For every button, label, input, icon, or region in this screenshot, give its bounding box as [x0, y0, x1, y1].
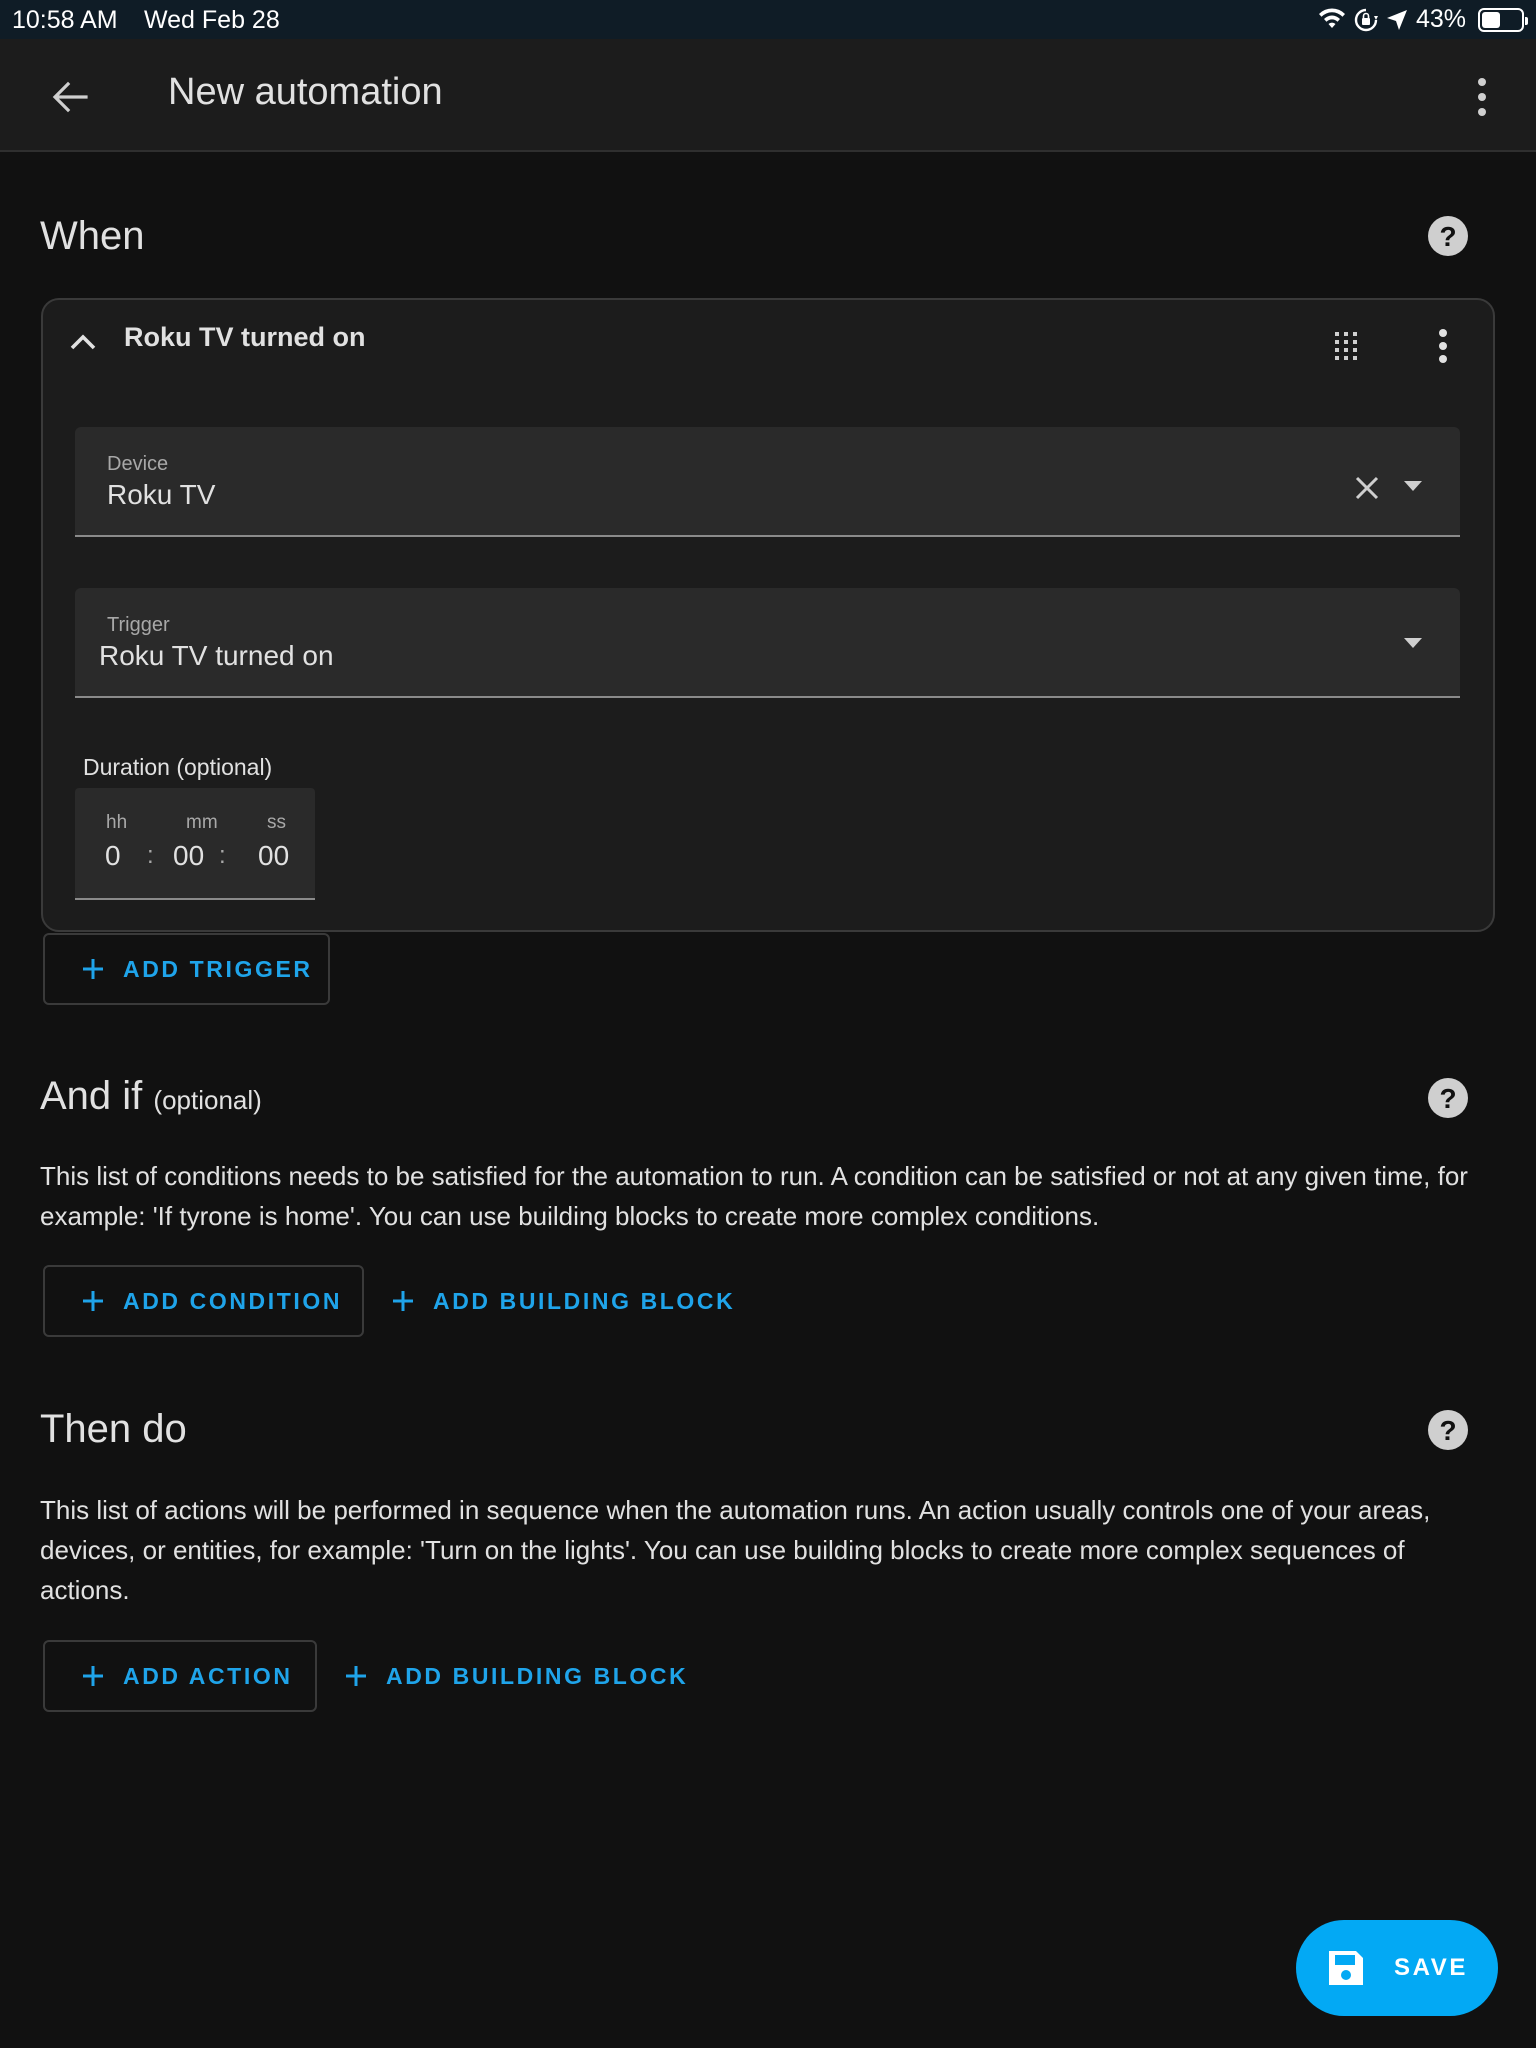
orientation-lock-icon — [1354, 8, 1378, 31]
add-trigger-label: ADD TRIGGER — [123, 955, 313, 982]
trigger-value[interactable]: Roku TV turned on — [99, 640, 334, 672]
ss-label: ss — [267, 812, 286, 833]
hh-label: hh — [106, 812, 128, 833]
clear-icon[interactable] — [1352, 473, 1382, 503]
wifi-icon — [1318, 7, 1345, 28]
more-vert-icon[interactable] — [1462, 75, 1502, 119]
hours-input[interactable]: 0 — [105, 840, 121, 872]
add-building-block-button[interactable]: ADD BUILDING BLOCK — [391, 1265, 735, 1337]
battery-icon — [1478, 7, 1528, 32]
status-right: 43% — [1318, 5, 1528, 34]
drag-handle-icon[interactable] — [1333, 330, 1359, 362]
plus-icon — [83, 1666, 103, 1686]
and-if-title-text: And if — [40, 1074, 143, 1118]
and-if-optional: (optional) — [153, 1085, 262, 1115]
trigger-field[interactable]: Trigger Roku TV turned on — [75, 588, 1460, 698]
device-value[interactable]: Roku TV — [107, 479, 215, 511]
status-time: 10:58 AM — [12, 6, 118, 34]
device-label: Device — [107, 453, 169, 475]
add-trigger-button[interactable]: ADD TRIGGER — [43, 933, 330, 1005]
mm-label: mm — [186, 812, 218, 833]
save-label: SAVE — [1394, 1954, 1468, 1981]
add-building-block-label: ADD BUILDING BLOCK — [386, 1662, 689, 1689]
duration-label: Duration (optional) — [83, 754, 273, 780]
help-icon[interactable]: ? — [1427, 1077, 1469, 1119]
plus-icon — [83, 959, 103, 979]
add-condition-label: ADD CONDITION — [123, 1287, 343, 1314]
plus-icon — [346, 1666, 366, 1686]
svg-text:?: ? — [1439, 221, 1456, 252]
device-field[interactable]: Device Roku TV — [75, 427, 1460, 537]
separator: : — [147, 842, 154, 869]
conditions-description: This list of conditions needs to be sati… — [40, 1161, 1468, 1231]
help-icon[interactable]: ? — [1427, 1409, 1469, 1451]
battery-level — [1482, 11, 1501, 28]
battery-nub — [1525, 16, 1528, 25]
status-date: Wed Feb 28 — [144, 6, 280, 34]
add-building-block-label: ADD BUILDING BLOCK — [433, 1287, 736, 1314]
add-condition-button[interactable]: ADD CONDITION — [43, 1265, 364, 1337]
add-building-block-button[interactable]: ADD BUILDING BLOCK — [344, 1640, 688, 1712]
status-bar: 10:58 AM Wed Feb 28 43% — [0, 0, 1536, 39]
actions-description: This list of actions will be performed i… — [40, 1495, 1431, 1605]
dropdown-arrow-icon[interactable] — [1402, 479, 1424, 493]
add-action-label: ADD ACTION — [123, 1662, 293, 1689]
then-do-title: Then do — [40, 1407, 187, 1451]
dropdown-arrow-icon[interactable] — [1402, 636, 1424, 650]
save-button[interactable]: SAVE — [1296, 1920, 1498, 2016]
battery-percent: 43% — [1415, 5, 1466, 33]
trigger-label: Trigger — [107, 614, 170, 636]
help-icon[interactable]: ? — [1427, 215, 1469, 257]
duration-input[interactable]: hh mm ss 0 : 00 : 00 — [75, 788, 315, 900]
chevron-up-icon[interactable] — [67, 326, 99, 358]
svg-text:?: ? — [1439, 1415, 1456, 1446]
svg-text:?: ? — [1439, 1083, 1456, 1114]
trigger-card: Roku TV turned on Device Roku TV Trigger… — [41, 298, 1495, 932]
save-icon — [1329, 1951, 1363, 1985]
separator: : — [219, 842, 226, 869]
plus-icon — [83, 1291, 103, 1311]
page-title: New automation — [168, 71, 443, 113]
when-title: When — [40, 214, 145, 258]
location-icon — [1386, 9, 1407, 30]
minutes-input[interactable]: 00 — [173, 840, 204, 872]
add-action-button[interactable]: ADD ACTION — [43, 1640, 317, 1712]
back-arrow-icon[interactable] — [50, 77, 90, 117]
trigger-menu-icon[interactable] — [1433, 328, 1453, 364]
and-if-title: And if (optional) — [40, 1074, 262, 1119]
seconds-input[interactable]: 00 — [258, 840, 289, 872]
app-bar: New automation — [0, 39, 1536, 152]
trigger-card-title[interactable]: Roku TV turned on — [124, 322, 365, 353]
plus-icon — [393, 1291, 413, 1311]
